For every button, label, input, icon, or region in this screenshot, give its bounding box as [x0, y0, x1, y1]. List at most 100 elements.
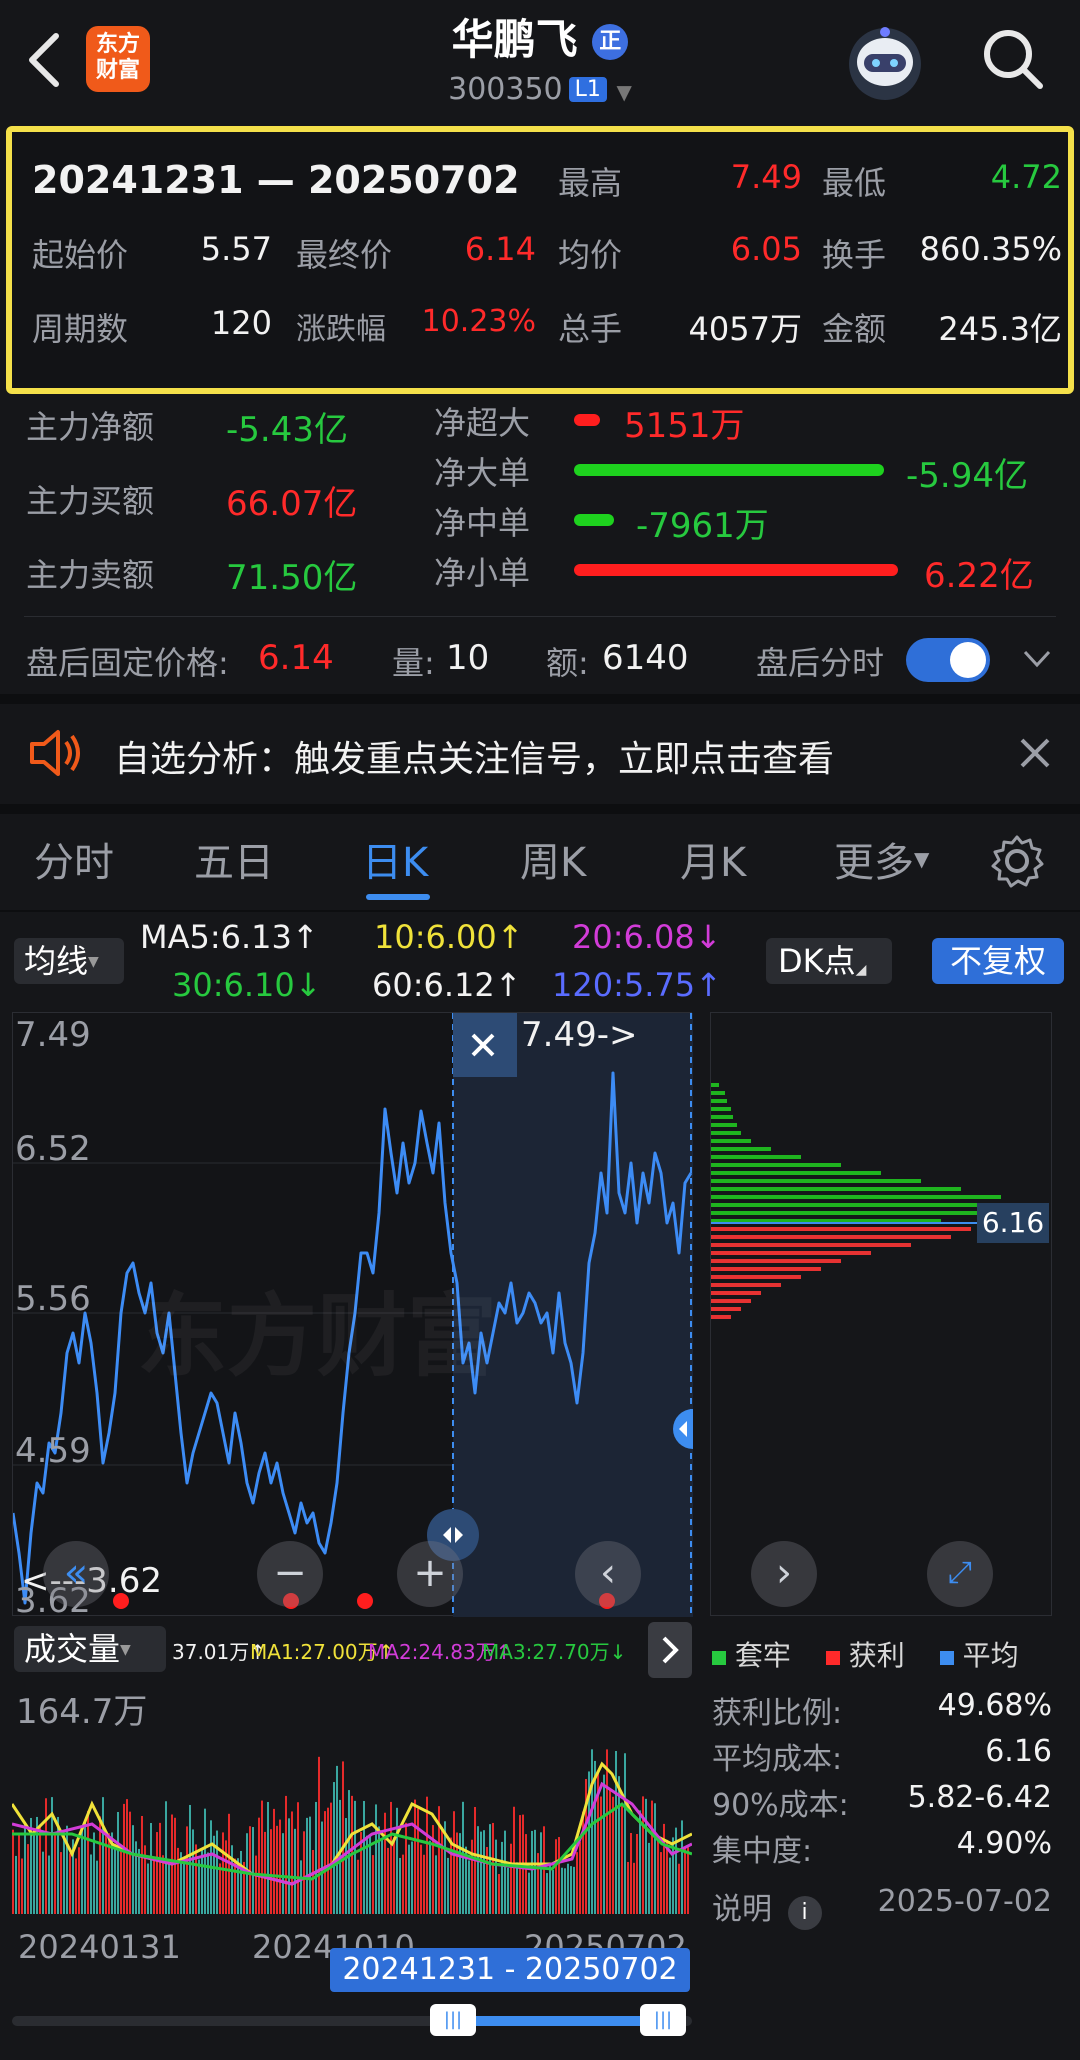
volume-bar: [636, 1833, 638, 1914]
tab-more[interactable]: 更多▼: [834, 830, 929, 888]
tab-monthly-k[interactable]: 月K: [680, 830, 746, 888]
large-bar: [574, 464, 884, 476]
vol-ma3: MA3:27.70万↓: [482, 1640, 627, 1664]
small-order-bar: [574, 564, 898, 576]
settings-gear-icon[interactable]: [990, 834, 1044, 892]
volume-bar: [408, 1844, 410, 1914]
volume-bar: [552, 1870, 554, 1914]
expand-icon[interactable]: ⤢: [927, 1541, 993, 1607]
volume-bar: [258, 1817, 260, 1914]
volume-bar: [288, 1818, 290, 1914]
cost90-value: 5.82-6.42: [907, 1780, 1052, 1815]
price-chart[interactable]: 东方财富 7.49 6.52 5.56 4.59 3.62 7.49-> <--…: [12, 1012, 693, 1621]
volume-bar: [477, 1826, 479, 1914]
range-slider-start-handle[interactable]: |||: [430, 2004, 476, 2036]
indicator-selector[interactable]: 均线▼: [14, 938, 124, 984]
volume-bar: [669, 1857, 671, 1914]
volume-bar: [261, 1800, 263, 1914]
chip-legend: 套牢 获利 平均: [712, 1634, 1019, 1674]
volume-bar: [93, 1832, 95, 1914]
tab-intraday[interactable]: 分时: [34, 830, 114, 888]
volume-selector[interactable]: 成交量▼: [14, 1626, 166, 1672]
spacer: [0, 804, 1080, 814]
volume-bar: [150, 1822, 152, 1914]
volume-bar: [195, 1844, 197, 1914]
volume-bar: [498, 1873, 500, 1914]
ma120-value: 120:5.75↑: [552, 966, 722, 1004]
search-icon[interactable]: [980, 26, 1046, 92]
volume-bar: [357, 1859, 359, 1914]
volume-bar: [39, 1824, 41, 1914]
volume-bar: [336, 1765, 338, 1914]
robot-assistant-icon[interactable]: [842, 20, 928, 106]
volume-bar: [222, 1832, 224, 1914]
volume-bar: [426, 1796, 428, 1914]
volume-bar: [159, 1822, 161, 1914]
volume-bar: [297, 1802, 299, 1914]
volume-label: 总手: [558, 310, 623, 348]
notice-text[interactable]: 自选分析：触发重点关注信号，立即点击查看: [114, 730, 834, 782]
volume-bar: [27, 1844, 29, 1914]
volume-bar: [177, 1847, 179, 1914]
after-hours-toggle-label: 盘后分时: [756, 644, 885, 682]
volume-bar: [120, 1845, 122, 1914]
volume-bar: [504, 1830, 506, 1914]
main-net-value: -5.43亿: [226, 410, 348, 450]
volume-bar: [513, 1806, 515, 1914]
tab-daily-k[interactable]: 日K: [362, 830, 428, 888]
note-label[interactable]: 说明: [712, 1892, 772, 1927]
volume-bar: [369, 1836, 371, 1914]
range-slider-end-handle[interactable]: |||: [640, 2004, 686, 2036]
zoom-out-button[interactable]: −: [257, 1541, 323, 1607]
volume-bar: [537, 1853, 539, 1914]
volume-bar: [591, 1749, 593, 1914]
prev-button[interactable]: ‹: [575, 1541, 641, 1607]
ma10-value: 10:6.00↑: [374, 918, 524, 956]
chip-price-label: 6.16: [977, 1203, 1049, 1243]
dk-point-selector[interactable]: DK点◢: [766, 938, 892, 984]
volume-bar: [372, 1855, 374, 1914]
volume-bar: [318, 1756, 320, 1914]
large-value: -5.94亿: [906, 456, 1028, 496]
low-value: 4.72: [990, 158, 1062, 196]
tab-weekly-k[interactable]: 周K: [520, 830, 586, 888]
ma60-value: 60:6.12↑: [372, 966, 522, 1004]
chip-distribution: 6.16 › ⤢: [710, 1012, 1052, 1616]
info-icon[interactable]: i: [787, 1896, 822, 1930]
high-value: 7.49: [730, 158, 802, 196]
main-sell-value: 71.50亿: [226, 558, 358, 598]
zoom-in-button[interactable]: +: [397, 1541, 463, 1607]
chevron-down-icon[interactable]: [1022, 648, 1052, 674]
volume-bar: [567, 1863, 569, 1914]
ma5-value: MA5:6.13↑: [140, 918, 319, 956]
profit-ratio-value: 49.68%: [937, 1688, 1052, 1723]
volume-bar: [354, 1800, 356, 1914]
volume-bar: [645, 1798, 647, 1914]
x-label-start: 20240131: [18, 1928, 181, 1966]
next-button[interactable]: ›: [751, 1541, 817, 1607]
adjust-button[interactable]: 不复权: [932, 938, 1064, 984]
volume-bar: [402, 1854, 404, 1914]
volume-bar: [12, 1829, 14, 1914]
volume-bar: [363, 1800, 365, 1914]
volume-bar: [471, 1839, 473, 1914]
chip-stats: 获利比例: 49.68% 平均成本: 6.16 90%成本: 5.82-6.42 集中…: [712, 1688, 1052, 1940]
tab-five-day[interactable]: 五日: [194, 830, 274, 888]
volume-bar: [102, 1797, 104, 1914]
change-value: 10.23%: [421, 304, 536, 339]
chip-date: 2025-07-02: [877, 1884, 1052, 1919]
super-large-bar: [574, 414, 600, 426]
volume-bar: [21, 1858, 23, 1914]
volume-bar: [417, 1808, 419, 1914]
volume-bar: [681, 1820, 683, 1914]
rewind-button[interactable]: «: [43, 1541, 109, 1607]
after-hours-toggle[interactable]: [906, 638, 990, 682]
volume-bar: [48, 1855, 50, 1914]
volume-bar: [123, 1803, 125, 1914]
volume-bar: [651, 1800, 653, 1914]
close-icon[interactable]: [1018, 736, 1052, 774]
volume-bar: [549, 1865, 551, 1914]
expand-indicators-button[interactable]: [648, 1622, 692, 1678]
volume-bar: [156, 1832, 158, 1914]
range-summary-box: 20241231 — 20250702 最高 7.49 最低 4.72 起始价 …: [6, 126, 1074, 394]
